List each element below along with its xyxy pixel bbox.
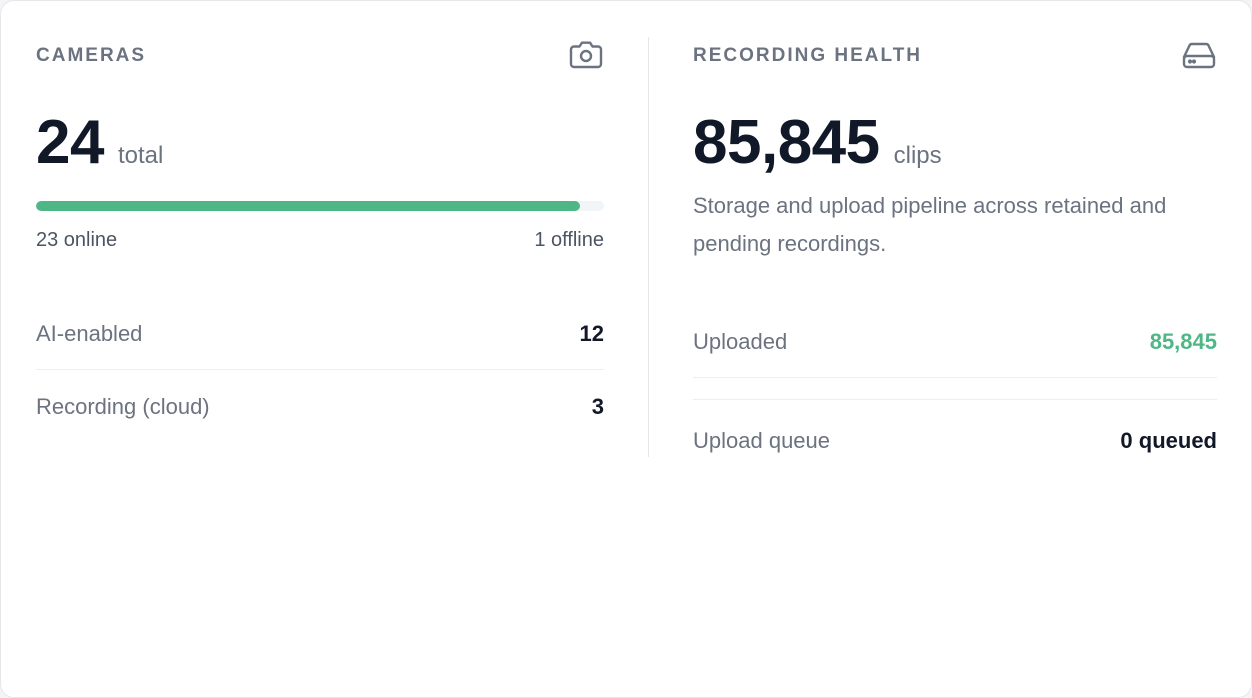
stat-label: Upload queue (693, 428, 831, 453)
row-divider (693, 377, 1217, 378)
stat-value: 3 (591, 394, 604, 419)
stat-row-upload-queue: Upload queue 0 queued (693, 416, 1217, 466)
offline-count: 1 offline (534, 229, 604, 251)
row-divider (36, 369, 604, 370)
recording-health-header: RECORDING HEALTH (693, 37, 1217, 73)
row-divider (693, 399, 1217, 400)
camera-total-unit: total (117, 142, 164, 169)
stat-row-recording-cloud: Recording (cloud) 3 (36, 382, 604, 432)
recording-health-description: Storage and upload pipeline across retai… (693, 193, 1167, 256)
camera-total: 24 total (36, 107, 163, 177)
column-divider (648, 37, 649, 457)
stat-label: AI-enabled (36, 321, 143, 346)
online-progress-bar (36, 201, 604, 211)
hard-drive-icon (1181, 39, 1217, 71)
online-count: 23 online (36, 229, 118, 251)
recording-health-title: RECORDING HEALTH (693, 45, 923, 66)
stat-value: 12 (579, 321, 604, 346)
stat-value: 85,845 (1149, 329, 1217, 354)
online-offline-labels: 23 online 1 offline (36, 229, 604, 255)
stat-label: Uploaded (693, 329, 788, 354)
stat-row-uploaded: Uploaded 85,845 (693, 317, 1217, 367)
cameras-header: CAMERAS (36, 37, 604, 73)
dashboard-card: CAMERAS 24 total 23 online 1 offline AI-e… (0, 0, 1252, 698)
camera-total-value: 24 (36, 108, 104, 177)
clips-total-unit: clips (893, 142, 942, 169)
stat-value: 0 queued (1120, 428, 1217, 453)
stat-label: Recording (cloud) (36, 394, 210, 419)
clips-total: 85,845 clips (693, 107, 942, 177)
online-progress-fill (36, 201, 581, 211)
camera-icon (568, 39, 604, 71)
cameras-title: CAMERAS (36, 45, 147, 66)
clips-total-value: 85,845 (693, 108, 880, 177)
stat-row-ai-enabled: AI-enabled 12 (36, 309, 604, 359)
